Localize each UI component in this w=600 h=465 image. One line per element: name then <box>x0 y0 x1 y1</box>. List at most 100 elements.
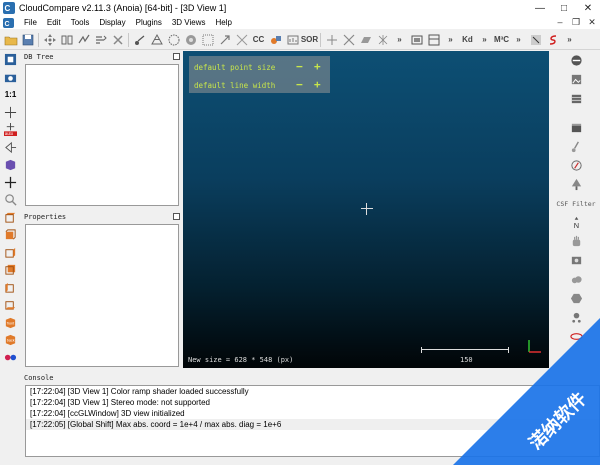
compass-plugin-button[interactable] <box>527 31 544 48</box>
line-width-minus-button[interactable]: − <box>296 79 303 90</box>
statistics-button[interactable] <box>284 31 301 48</box>
segment-button[interactable] <box>340 31 357 48</box>
cross-section-button[interactable] <box>374 31 391 48</box>
properties-view[interactable] <box>25 224 179 367</box>
s-plugin-button[interactable] <box>544 31 561 48</box>
delete-button[interactable] <box>109 31 126 48</box>
camera-button[interactable] <box>0 69 21 87</box>
plugin-north-button[interactable]: N <box>556 213 596 232</box>
view-bottom-button[interactable] <box>0 296 21 314</box>
stereo-glasses-icon <box>4 354 17 361</box>
line-width-plus-button[interactable]: + <box>314 79 321 90</box>
rotation-lock-button[interactable] <box>0 174 21 192</box>
lighting-button[interactable] <box>0 156 21 174</box>
sor-button[interactable]: SOR <box>301 31 318 48</box>
one-to-one-button[interactable]: 1:1 <box>0 86 21 104</box>
zoom-extents-icon <box>4 54 17 66</box>
close-button[interactable]: ✕ <box>576 0 600 16</box>
glasses-stereo-button[interactable] <box>0 349 21 367</box>
axis-move-icon <box>4 176 17 188</box>
svg-text:N: N <box>573 221 578 229</box>
plugin-cloud-button[interactable] <box>556 270 596 289</box>
sphere-fit-button[interactable] <box>165 31 182 48</box>
menu-display[interactable]: Display <box>94 16 130 29</box>
image-icon <box>571 74 581 85</box>
menu-plugins[interactable]: Plugins <box>131 16 167 29</box>
menu-file[interactable]: File <box>19 16 42 29</box>
plugin-palette-button[interactable] <box>556 89 596 108</box>
diagonal-arrow-icon <box>220 34 230 44</box>
undock-icon[interactable] <box>173 53 180 60</box>
toolbar-more-1[interactable]: » <box>391 31 408 48</box>
cloudcompare-menu-icon[interactable]: C <box>3 17 15 29</box>
align-icon <box>78 34 89 43</box>
undock-icon[interactable] <box>173 213 180 220</box>
cube-right-icon <box>5 282 14 293</box>
cloudcompare-logo-icon: C <box>3 2 15 14</box>
no-entry-icon <box>570 55 582 66</box>
translate-rotate-button[interactable] <box>41 31 58 48</box>
mdi-restore-button[interactable]: ❐ <box>568 17 584 28</box>
view-front-button[interactable] <box>0 226 21 244</box>
sample-points-button[interactable] <box>131 31 148 48</box>
maximize-button[interactable]: □ <box>552 0 576 16</box>
mdi-minimize-button[interactable]: – <box>552 17 568 28</box>
view-right-button[interactable] <box>0 279 21 297</box>
csf-filter-button[interactable]: CSF Filter <box>556 194 596 213</box>
plane-button[interactable] <box>357 31 374 48</box>
point-size-minus-button[interactable]: − <box>296 61 303 72</box>
menu-help[interactable]: Help <box>211 16 237 29</box>
point-picking-button[interactable] <box>323 31 340 48</box>
plugin-image-button[interactable] <box>556 70 596 89</box>
toolbar-more-3[interactable]: » <box>476 31 493 48</box>
save-icon <box>22 34 33 45</box>
cross-section-icon <box>378 34 387 45</box>
menu-edit[interactable]: Edit <box>42 16 66 29</box>
plugin-hand-button[interactable] <box>556 232 596 251</box>
point-size-plus-button[interactable]: + <box>314 61 321 72</box>
subsample-button[interactable] <box>92 31 109 48</box>
mdi-close-button[interactable]: ✕ <box>584 17 600 28</box>
menu-tools[interactable]: Tools <box>66 16 95 29</box>
toolbar-more-5[interactable]: » <box>561 31 578 48</box>
shape-button[interactable] <box>267 31 284 48</box>
cloud-mesh-dist-button[interactable] <box>233 31 250 48</box>
density-button[interactable] <box>199 31 216 48</box>
toolbar-more-2[interactable]: » <box>442 31 459 48</box>
cube-left-icon <box>5 247 16 258</box>
zoom-fit-button[interactable] <box>408 31 425 48</box>
global-zoom-button[interactable] <box>0 51 21 69</box>
save-button[interactable] <box>19 31 36 48</box>
plugin-circle-button[interactable] <box>556 51 596 70</box>
view-back-button[interactable] <box>0 261 21 279</box>
view-iso2-button[interactable]: back <box>0 331 21 349</box>
expand-arrows-icon <box>236 34 247 45</box>
merge-button[interactable] <box>58 31 75 48</box>
minimize-button[interactable]: — <box>528 0 552 16</box>
perspective-button[interactable] <box>0 139 21 157</box>
open-file-button[interactable] <box>2 31 19 48</box>
plugin-compass-button[interactable] <box>556 156 596 175</box>
octree-button[interactable] <box>182 31 199 48</box>
auto-pivot-button[interactable]: auto <box>0 121 21 139</box>
film-icon <box>571 256 581 265</box>
display-options-button[interactable] <box>425 31 442 48</box>
db-tree-view[interactable] <box>25 64 179 206</box>
toolbar-more-4[interactable]: » <box>510 31 527 48</box>
align-button[interactable] <box>75 31 92 48</box>
cc-button[interactable]: CC <box>250 31 267 48</box>
kdtree-button[interactable]: Kd <box>459 31 476 48</box>
view-left-button[interactable] <box>0 244 21 262</box>
plugin-tree-button[interactable] <box>556 175 596 194</box>
m3c2-button[interactable]: M³C <box>493 31 510 48</box>
plugin-animation-button[interactable] <box>556 251 596 270</box>
menu-3d-views[interactable]: 3D Views <box>167 16 211 29</box>
mesh-button[interactable] <box>148 31 165 48</box>
pivot-button[interactable] <box>0 104 21 122</box>
plugin-clapper-button[interactable] <box>556 118 596 137</box>
zoom-button[interactable] <box>0 191 21 209</box>
view-iso1-button[interactable]: front <box>0 314 21 332</box>
view-top-button[interactable] <box>0 209 21 227</box>
distance-button[interactable] <box>216 31 233 48</box>
plugin-brush-button[interactable] <box>556 137 596 156</box>
